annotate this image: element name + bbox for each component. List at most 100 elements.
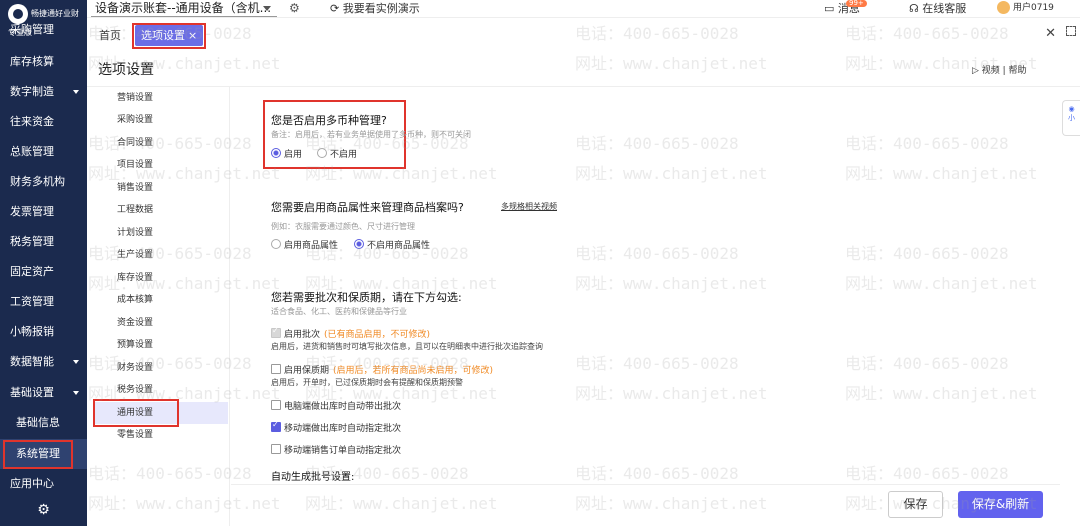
highlight-box (93, 399, 179, 427)
pc-auto-batch-checkbox[interactable]: 电脑端做出库时自动带出批次 (271, 399, 401, 412)
settings-nav-item[interactable]: 财务设置 (94, 357, 228, 379)
multi-spec-video-link[interactable]: 多规格相关视频 (501, 201, 557, 212)
sidebar-item-label: 数字制造 (10, 85, 54, 98)
message-count-badge: 99+ (846, 0, 867, 7)
sidebar-item-multi-org[interactable]: 财务多机构 (0, 167, 87, 197)
settings-nav-item[interactable]: 项目设置 (94, 154, 228, 176)
product-attr-on-radio[interactable]: 启用商品属性 (271, 238, 338, 251)
settings-nav-item[interactable]: 营销设置 (94, 87, 228, 109)
mobile-auto-batch-checkbox[interactable]: 移动端做出库时自动指定批次 (271, 420, 401, 434)
settings-nav-item[interactable]: 计划设置 (94, 222, 228, 244)
product-attr-question: 您需要启用商品属性来管理商品档案吗? (271, 201, 464, 214)
headset-icon: ☊ (909, 2, 923, 15)
highlight-box (3, 440, 73, 469)
sidebar-item-label: 总账管理 (10, 145, 54, 158)
auto-batch-heading: 自动生成批号设置: (271, 472, 355, 483)
sidebar: 畅捷通好业财 专业版 采购管理 库存核算 数字制造 往来资金 总账管理 财务多机… (0, 0, 87, 526)
sidebar-item-basic-settings[interactable]: 基础设置 (0, 378, 87, 408)
sidebar-item-label: 库存核算 (10, 55, 54, 68)
online-service-button[interactable]: ☊ 在线客服 (909, 0, 966, 17)
sidebar-item-payroll[interactable]: 工资管理 (0, 287, 87, 317)
sidebar-item-fixed-assets[interactable]: 固定资产 (0, 257, 87, 287)
checkbox-label: 启用保质期 (284, 366, 330, 376)
fullscreen-icon[interactable] (1066, 26, 1076, 36)
close-icon[interactable]: ✕ (1045, 26, 1056, 41)
sidebar-item-digital-manufacturing[interactable]: 数字制造 (0, 77, 87, 107)
product-attr-off-radio[interactable]: 不启用商品属性 (354, 238, 430, 251)
batch-question: 您若需要批次和保质期，请在下方勾选: (271, 291, 462, 304)
sidebar-item-purchase[interactable]: 采购管理 (0, 18, 87, 42)
settings-nav-item[interactable]: 生产设置 (94, 244, 228, 266)
settings-nav-item[interactable]: 库存设置 (94, 267, 228, 289)
sidebar-item-data-intelligence[interactable]: 数据智能 (0, 347, 87, 377)
sidebar-item-reimbursement[interactable]: 小畅报销 (0, 317, 87, 347)
sidebar-item-basic-info[interactable]: 基础信息 (0, 408, 87, 438)
demo-link[interactable]: ⟳ 我要看实例演示 (330, 0, 420, 17)
settings-nav-item[interactable]: 预算设置 (94, 334, 228, 356)
chevron-down-icon (73, 360, 79, 364)
sidebar-item-receivables[interactable]: 往来资金 (0, 107, 87, 137)
chevron-down-icon (73, 90, 79, 94)
user-menu[interactable]: 用户0719 (997, 0, 1054, 17)
batch-note: 适合食品、化工、医药和保健品等行业 (271, 307, 407, 316)
settings-nav-item[interactable]: 零售设置 (94, 424, 228, 446)
sidebar-item-label: 工资管理 (10, 295, 54, 308)
mobile-order-batch-checkbox[interactable]: 移动端销售订单自动指定批次 (271, 443, 401, 456)
account-selector[interactable]: 设备演示账套--通用设备（含机... (95, 0, 271, 17)
play-icon: ▷ (972, 66, 982, 76)
sidebar-item-tax[interactable]: 税务管理 (0, 227, 87, 257)
assistant-icon: ◉ (1068, 105, 1075, 113)
checkbox-hint: (已有商品启用，不可修改) (324, 330, 431, 340)
batch-description: 启用后，进货和销售时可填写批次信息，且可以在明细表中进行批次追踪查询 (271, 342, 543, 351)
settings-nav-item[interactable]: 合同设置 (94, 132, 228, 154)
sidebar-item-general-ledger[interactable]: 总账管理 (0, 137, 87, 167)
tab-bar: 首页 选项设置 × ✕ (87, 22, 1080, 49)
save-refresh-button[interactable]: 保存&刷新 (958, 491, 1043, 518)
enable-shelf-life-checkbox[interactable]: 启用保质期 (启用后，若所有商品尚未启用，可修改) (271, 363, 493, 376)
sidebar-item-label: 财务多机构 (10, 175, 65, 188)
account-underline (91, 16, 277, 17)
product-attr-note: 例如：衣服需要通过颜色、尺寸进行管理 (271, 222, 415, 231)
footer-bar: 保存 保存&刷新 (231, 484, 1060, 526)
settings-nav-item[interactable]: 销售设置 (94, 177, 228, 199)
side-assistant-widget[interactable]: ◉ 小 (1062, 100, 1080, 136)
enable-batch-checkbox[interactable]: 启用批次 (已有商品启用，不可修改) (271, 326, 431, 340)
demo-label: 我要看实例演示 (342, 2, 420, 15)
settings-nav-item[interactable]: 工程数据 (94, 199, 228, 221)
settings-nav-item[interactable]: 税务设置 (94, 379, 228, 401)
video-help-links[interactable]: 视频 | 帮助 (982, 66, 1027, 76)
online-service-label: 在线客服 (922, 2, 967, 15)
message-icon: ▭ (824, 2, 838, 15)
user-name: 用户0719 (1013, 3, 1054, 13)
app-window: 畅捷通好业财 专业版 采购管理 库存核算 数字制造 往来资金 总账管理 财务多机… (0, 0, 1080, 526)
multi-currency-question: 您是否启用多币种管理? (271, 114, 387, 127)
save-button[interactable]: 保存 (888, 491, 943, 518)
tab-home[interactable]: 首页 (93, 25, 127, 46)
chevron-down-icon (73, 391, 79, 395)
sidebar-item-inventory-accounting[interactable]: 库存核算 (0, 47, 87, 77)
chevron-down-icon[interactable] (263, 6, 271, 11)
page-tools[interactable]: ▷ 视频 | 帮助 (972, 63, 1027, 76)
account-settings-icon[interactable]: ⚙ (289, 0, 300, 17)
sidebar-item-label: 基础信息 (16, 416, 60, 429)
settings-nav-item[interactable]: 资金设置 (94, 312, 228, 334)
top-bar: 设备演示账套--通用设备（含机... ⚙ ⟳ 我要看实例演示 ▭ 消息 99+ … (87, 0, 1080, 18)
sidebar-item-invoice[interactable]: 发票管理 (0, 197, 87, 227)
checkbox-hint: (启用后，若所有商品尚未启用，可修改) (333, 366, 494, 376)
sidebar-item-label: 税务管理 (10, 235, 54, 248)
sidebar-item-app-center[interactable]: 应用中心 (0, 469, 87, 499)
checkbox-label: 启用批次 (284, 330, 321, 340)
page-title: 选项设置 (98, 62, 154, 78)
sidebar-item-label: 小畅报销 (10, 325, 54, 338)
sidebar-item-label: 发票管理 (10, 205, 54, 218)
settings-nav-item[interactable]: 成本核算 (94, 289, 228, 311)
multi-currency-note: 备注：启用后，若有业务单据使用了多币种，则不可关闭 (271, 130, 471, 139)
refresh-icon: ⟳ (330, 2, 343, 15)
multi-currency-on-radio[interactable]: 启用 (271, 147, 302, 160)
side-widget-label: 小 (1068, 114, 1075, 122)
gear-icon[interactable]: ⚙ (36, 503, 51, 518)
watermark: 网址：www.chanjet.net (575, 54, 768, 73)
shelf-life-description: 启用后，开单时，已过保质期时会有提醒和保质期预警 (271, 378, 463, 387)
multi-currency-off-radio[interactable]: 不启用 (317, 147, 357, 160)
settings-nav-item[interactable]: 采购设置 (94, 109, 228, 131)
